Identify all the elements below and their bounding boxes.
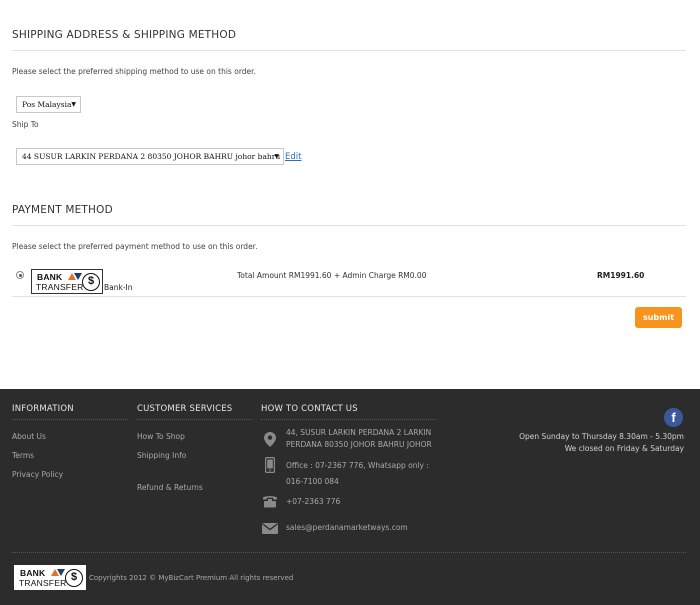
facebook-icon[interactable]: f — [664, 408, 683, 427]
footer-contact-rule — [261, 419, 437, 420]
footer-customer-services-rule — [137, 419, 253, 420]
payment-row-divider — [12, 296, 686, 297]
bank-logo-line1: BANK — [37, 272, 63, 282]
site-footer: INFORMATION About Us Terms Privacy Polic… — [0, 389, 700, 605]
ship-to-label: Ship To — [12, 120, 39, 129]
shipping-divider — [12, 50, 686, 51]
location-pin-icon — [264, 432, 276, 447]
select-arrow-icon: ▼ — [71, 101, 76, 108]
payment-method-label: Bank-In — [104, 283, 133, 292]
footer-logo-line2: TRANSFER — [19, 578, 67, 588]
footer-link-refund-returns[interactable]: Refund & Returns — [137, 483, 203, 492]
ship-to-address-value: 44 SUSUR LARKIN PERDANA 2 80350 JOHOR BA… — [22, 152, 281, 161]
select-arrow-icon: ▼ — [274, 153, 279, 160]
mobile-phone-icon — [265, 457, 275, 473]
contact-fax: +07-2363 776 — [286, 497, 341, 506]
footer-link-how-to-shop[interactable]: How To Shop — [137, 432, 185, 441]
payment-divider — [12, 225, 686, 226]
footer-contact-heading: HOW TO CONTACT US — [261, 404, 358, 414]
contact-office-line1: Office : 07-2367 776, Whatsapp only : — [286, 461, 429, 470]
bank-transfer-logo: BANK TRANSFER $ — [31, 269, 103, 294]
shipping-method-select[interactable]: Pos Malaysia ▼ — [16, 96, 81, 113]
footer-information-heading: INFORMATION — [12, 404, 74, 414]
ship-to-address-select[interactable]: 44 SUSUR LARKIN PERDANA 2 80350 JOHOR BA… — [16, 148, 284, 165]
footer-logo-triangle-navy — [57, 569, 65, 576]
payment-total-text: Total Amount RM1991.60 + Admin Charge RM… — [237, 271, 427, 280]
contact-address-line2: PERDANA 80350 JOHOR BAHRU JOHOR — [286, 440, 432, 449]
footer-link-about-us[interactable]: About Us — [12, 432, 46, 441]
footer-information-rule — [12, 419, 128, 420]
footer-copyright: Copyrights 2012 © MyBizCart Premium All … — [89, 574, 294, 582]
envelope-icon — [262, 523, 278, 534]
footer-link-terms[interactable]: Terms — [12, 451, 34, 460]
contact-office-line2: 016-7100 084 — [286, 477, 339, 486]
payment-amount: RM1991.60 — [597, 271, 645, 280]
bank-logo-line2: TRANSFER — [36, 282, 84, 292]
opening-hours-line1: Open Sunday to Thursday 8.30am - 5.30pm — [519, 432, 684, 441]
fax-phone-icon — [263, 496, 277, 508]
footer-bank-transfer-logo: BANK TRANSFER $ — [14, 565, 86, 590]
payment-section-title: PAYMENT METHOD — [12, 204, 113, 216]
edit-address-link[interactable]: Edit — [285, 152, 301, 162]
shipping-note: Please select the preferred shipping met… — [12, 67, 256, 76]
footer-link-privacy-policy[interactable]: Privacy Policy — [12, 470, 63, 479]
dollar-coin-icon: $ — [82, 273, 100, 291]
bank-in-radio[interactable] — [16, 271, 24, 279]
footer-dollar-coin-icon: $ — [65, 569, 83, 587]
contact-email[interactable]: sales@perdanamarketways.com — [286, 522, 408, 534]
opening-hours-line2: We closed on Friday & Saturday — [564, 444, 684, 453]
shipping-method-value: Pos Malaysia — [22, 100, 72, 109]
footer-logo-line1: BANK — [20, 568, 46, 578]
submit-button[interactable]: submit — [635, 307, 682, 328]
contact-address: 44, SUSUR LARKIN PERDANA 2 LARKIN PERDAN… — [286, 427, 432, 451]
footer-bottom-rule — [12, 552, 686, 553]
shipping-section-title: SHIPPING ADDRESS & SHIPPING METHOD — [12, 29, 237, 41]
logo-triangle-navy — [74, 273, 82, 280]
footer-customer-services-heading: CUSTOMER SERVICES — [137, 404, 233, 414]
payment-note: Please select the preferred payment meth… — [12, 242, 258, 251]
contact-office: Office : 07-2367 776, Whatsapp only : 01… — [286, 458, 429, 490]
footer-link-shipping-info[interactable]: Shipping Info — [137, 451, 186, 460]
contact-address-line1: 44, SUSUR LARKIN PERDANA 2 LARKIN — [286, 428, 432, 437]
checkout-main: SHIPPING ADDRESS & SHIPPING METHOD Pleas… — [0, 0, 700, 389]
